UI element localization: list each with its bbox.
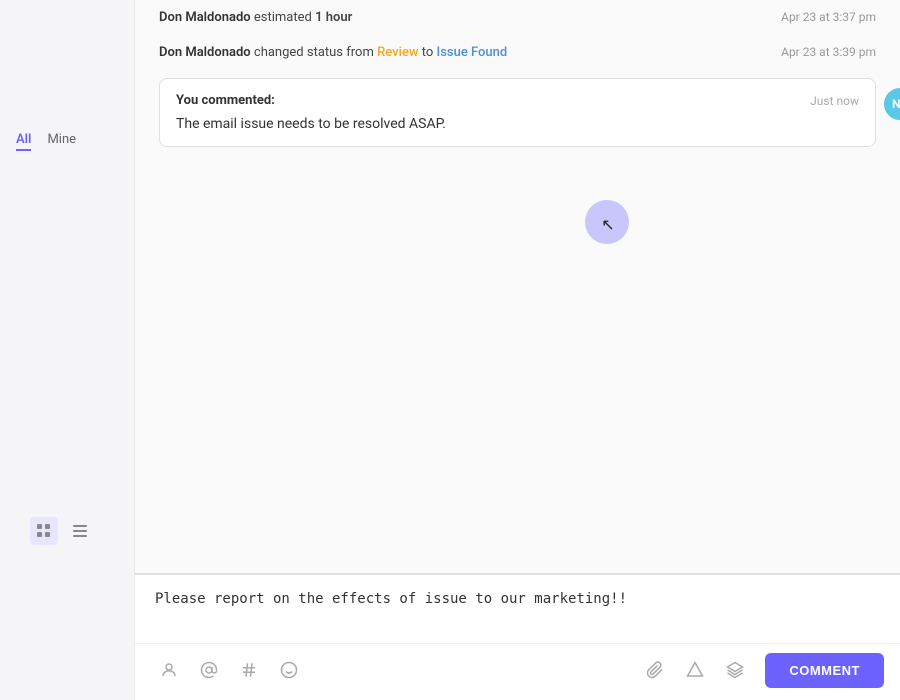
tab-mine[interactable]: Mine <box>47 130 76 151</box>
hashtag-button[interactable] <box>231 652 267 688</box>
person-icon <box>160 661 178 679</box>
activity-feed: Don Maldonado estimated 1 hour Apr 23 at… <box>135 0 900 573</box>
comment-wrapper: You commented: Just now The email issue … <box>159 78 876 147</box>
comment-suffix: commented: <box>202 93 275 108</box>
comment-header: You commented: Just now <box>176 93 859 108</box>
comment-text: The email issue needs to be resolved ASA… <box>176 116 859 132</box>
list-view-button[interactable] <box>66 517 94 545</box>
comment-input-area: COMMENT <box>135 574 900 700</box>
activity-action-middle: to <box>422 45 437 60</box>
comment-input[interactable] <box>135 575 900 639</box>
emoji-button[interactable] <box>271 652 307 688</box>
toolbar-right-icons <box>637 652 753 688</box>
toolbar-left-icons <box>151 652 637 688</box>
activity-author: Don Maldonado <box>159 10 251 25</box>
activity-item-text: Don Maldonado estimated 1 hour <box>159 10 765 25</box>
comment-time: Just now <box>810 94 859 108</box>
sidebar: All Mine <box>0 0 135 700</box>
attachment-icon <box>646 661 664 679</box>
activity-author: Don Maldonado <box>159 45 251 60</box>
activity-item-text: Don Maldonado changed status from Review… <box>159 45 765 60</box>
activity-action: estimated <box>254 10 315 25</box>
google-drive-icon <box>686 661 704 679</box>
main-content: Don Maldonado estimated 1 hour Apr 23 at… <box>135 0 900 700</box>
emoji-icon <box>280 661 298 679</box>
at-icon <box>200 661 218 679</box>
grid-view-button[interactable] <box>30 517 58 545</box>
activity-timestamp: Apr 23 at 3:39 pm <box>781 45 876 59</box>
sidebar-tab-group: All Mine <box>16 130 118 151</box>
dropbox-icon <box>726 661 744 679</box>
mention-user-button[interactable] <box>151 652 187 688</box>
activity-action-prefix: changed status from <box>254 45 377 60</box>
status-to-badge: Issue Found <box>437 45 508 60</box>
list-icon <box>73 525 87 537</box>
attachment-button[interactable] <box>637 652 673 688</box>
view-toggle-group <box>30 517 94 545</box>
grid-icon <box>37 524 51 538</box>
activity-timestamp: Apr 23 at 3:37 pm <box>781 10 876 24</box>
comment-submit-button[interactable]: COMMENT <box>765 653 884 688</box>
cursor-indicator: ↖ <box>585 200 629 244</box>
activity-item: Don Maldonado changed status from Review… <box>159 35 876 70</box>
dropbox-button[interactable] <box>717 652 753 688</box>
at-mention-button[interactable] <box>191 652 227 688</box>
comment-block: You commented: Just now The email issue … <box>159 78 876 147</box>
status-from-badge: Review <box>377 45 418 60</box>
cursor-arrow-icon: ↖ <box>601 215 614 234</box>
tab-all[interactable]: All <box>16 130 31 151</box>
comment-you: You <box>176 93 198 108</box>
comment-author-line: You commented: <box>176 93 275 108</box>
google-drive-button[interactable] <box>677 652 713 688</box>
comment-toolbar: COMMENT <box>135 643 900 700</box>
activity-item: Don Maldonado estimated 1 hour Apr 23 at… <box>159 0 876 35</box>
activity-bold: 1 hour <box>315 10 352 25</box>
hashtag-icon <box>240 661 258 679</box>
avatar: NR <box>884 88 900 120</box>
